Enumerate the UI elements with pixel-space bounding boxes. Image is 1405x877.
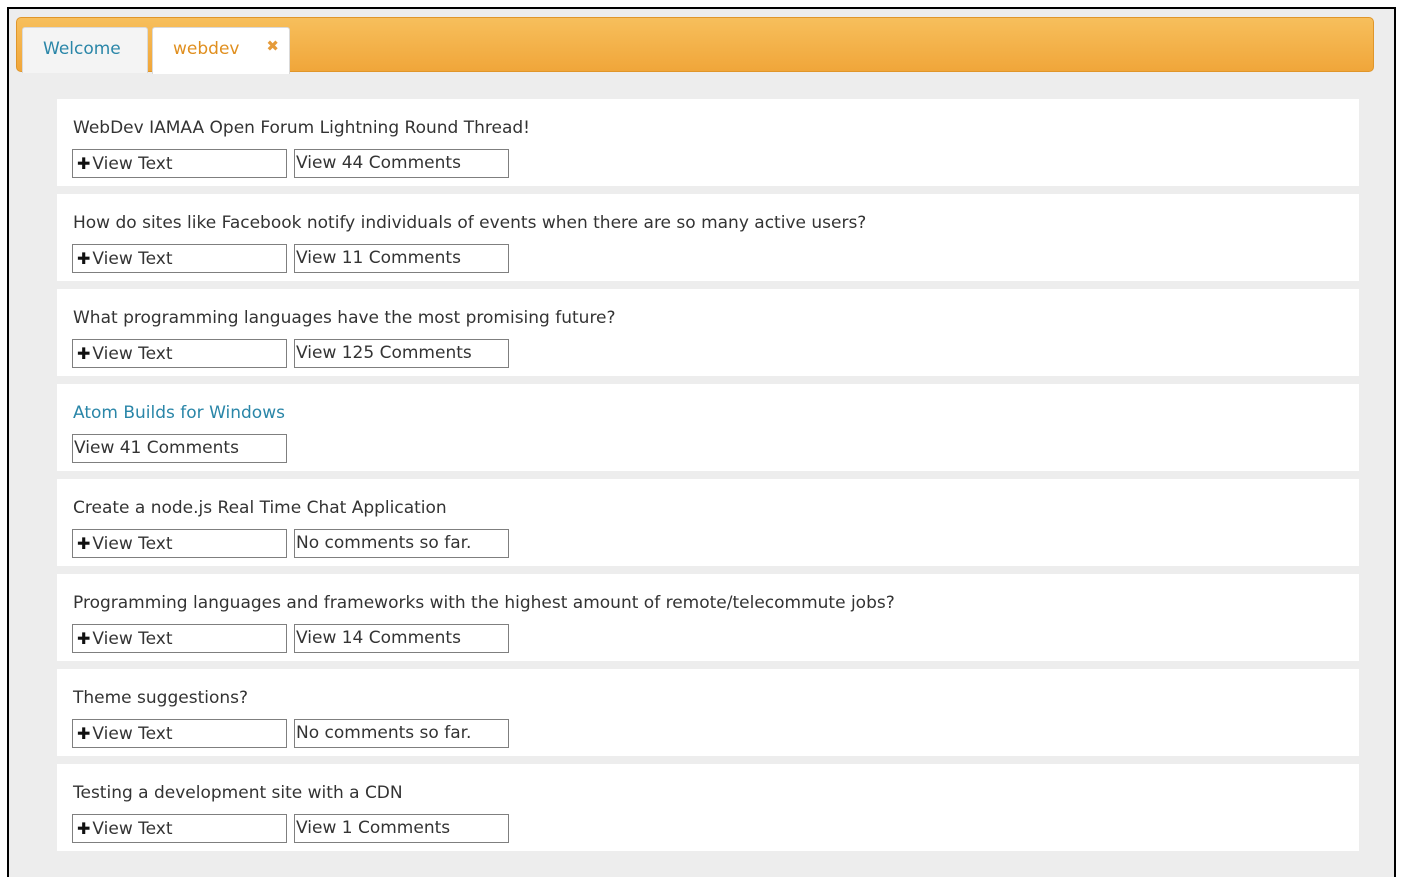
tab-bar: Welcome webdev ✖ (16, 17, 1374, 74)
list-item: Create a node.js Real Time Chat Applicat… (57, 479, 1359, 566)
plus-icon: ✚ (77, 344, 91, 363)
plus-icon: ✚ (77, 819, 91, 838)
plus-icon: ✚ (77, 249, 91, 268)
view-comments-button[interactable]: View 11 Comments (294, 244, 509, 273)
plus-icon: ✚ (77, 154, 91, 173)
list-item: Theme suggestions? ✚ View Text No comment… (57, 669, 1359, 756)
view-text-button[interactable]: ✚ View Text (72, 244, 287, 273)
view-text-button[interactable]: ✚ View Text (72, 529, 287, 558)
list-item: How do sites like Facebook notify indivi… (57, 194, 1359, 281)
view-text-button[interactable]: ✚ View Text (72, 814, 287, 843)
post-title: Testing a development site with a CDN (73, 783, 403, 803)
tab-webdev[interactable]: webdev ✖ (152, 27, 290, 74)
view-comments-button[interactable]: View 14 Comments (294, 624, 509, 653)
tab-label: Welcome (43, 39, 121, 59)
view-text-label: View Text (92, 819, 173, 839)
post-title: Theme suggestions? (73, 688, 249, 708)
view-comments-button[interactable]: View 125 Comments (294, 339, 509, 368)
tab-welcome[interactable]: Welcome (22, 27, 148, 73)
view-text-button[interactable]: ✚ View Text (72, 624, 287, 653)
list-item: Testing a development site with a CDN ✚ V… (57, 764, 1359, 851)
view-text-label: View Text (92, 724, 173, 744)
post-list: WebDev IAMAA Open Forum Lightning Round … (57, 99, 1359, 859)
view-text-label: View Text (92, 534, 173, 554)
view-text-label: View Text (92, 249, 173, 269)
view-text-label: View Text (92, 344, 173, 364)
view-text-label: View Text (92, 154, 173, 174)
post-title: WebDev IAMAA Open Forum Lightning Round … (73, 118, 530, 138)
post-title-link[interactable]: Atom Builds for Windows (73, 403, 285, 423)
list-item: What programming languages have the most… (57, 289, 1359, 376)
plus-icon: ✚ (77, 629, 91, 648)
view-text-button[interactable]: ✚ View Text (72, 149, 287, 178)
post-title: How do sites like Facebook notify indivi… (73, 213, 867, 233)
list-item: WebDev IAMAA Open Forum Lightning Round … (57, 99, 1359, 186)
view-comments-button[interactable]: View 1 Comments (294, 814, 509, 843)
post-title: What programming languages have the most… (73, 308, 616, 328)
view-text-label: View Text (92, 629, 173, 649)
list-item: Programming languages and frameworks wit… (57, 574, 1359, 661)
view-text-button[interactable]: ✚ View Text (72, 719, 287, 748)
view-comments-button[interactable]: View 44 Comments (294, 149, 509, 178)
tab-label: webdev (173, 39, 240, 59)
plus-icon: ✚ (77, 534, 91, 553)
post-title: Programming languages and frameworks wit… (73, 593, 895, 613)
plus-icon: ✚ (77, 724, 91, 743)
view-comments-button[interactable]: View 41 Comments (72, 434, 287, 463)
list-item: Atom Builds for Windows View 41 Comments (57, 384, 1359, 471)
view-text-button[interactable]: ✚ View Text (72, 339, 287, 368)
comments-status[interactable]: No comments so far. (294, 529, 509, 558)
close-icon[interactable]: ✖ (266, 25, 279, 67)
post-title: Create a node.js Real Time Chat Applicat… (73, 498, 447, 518)
comments-status[interactable]: No comments so far. (294, 719, 509, 748)
